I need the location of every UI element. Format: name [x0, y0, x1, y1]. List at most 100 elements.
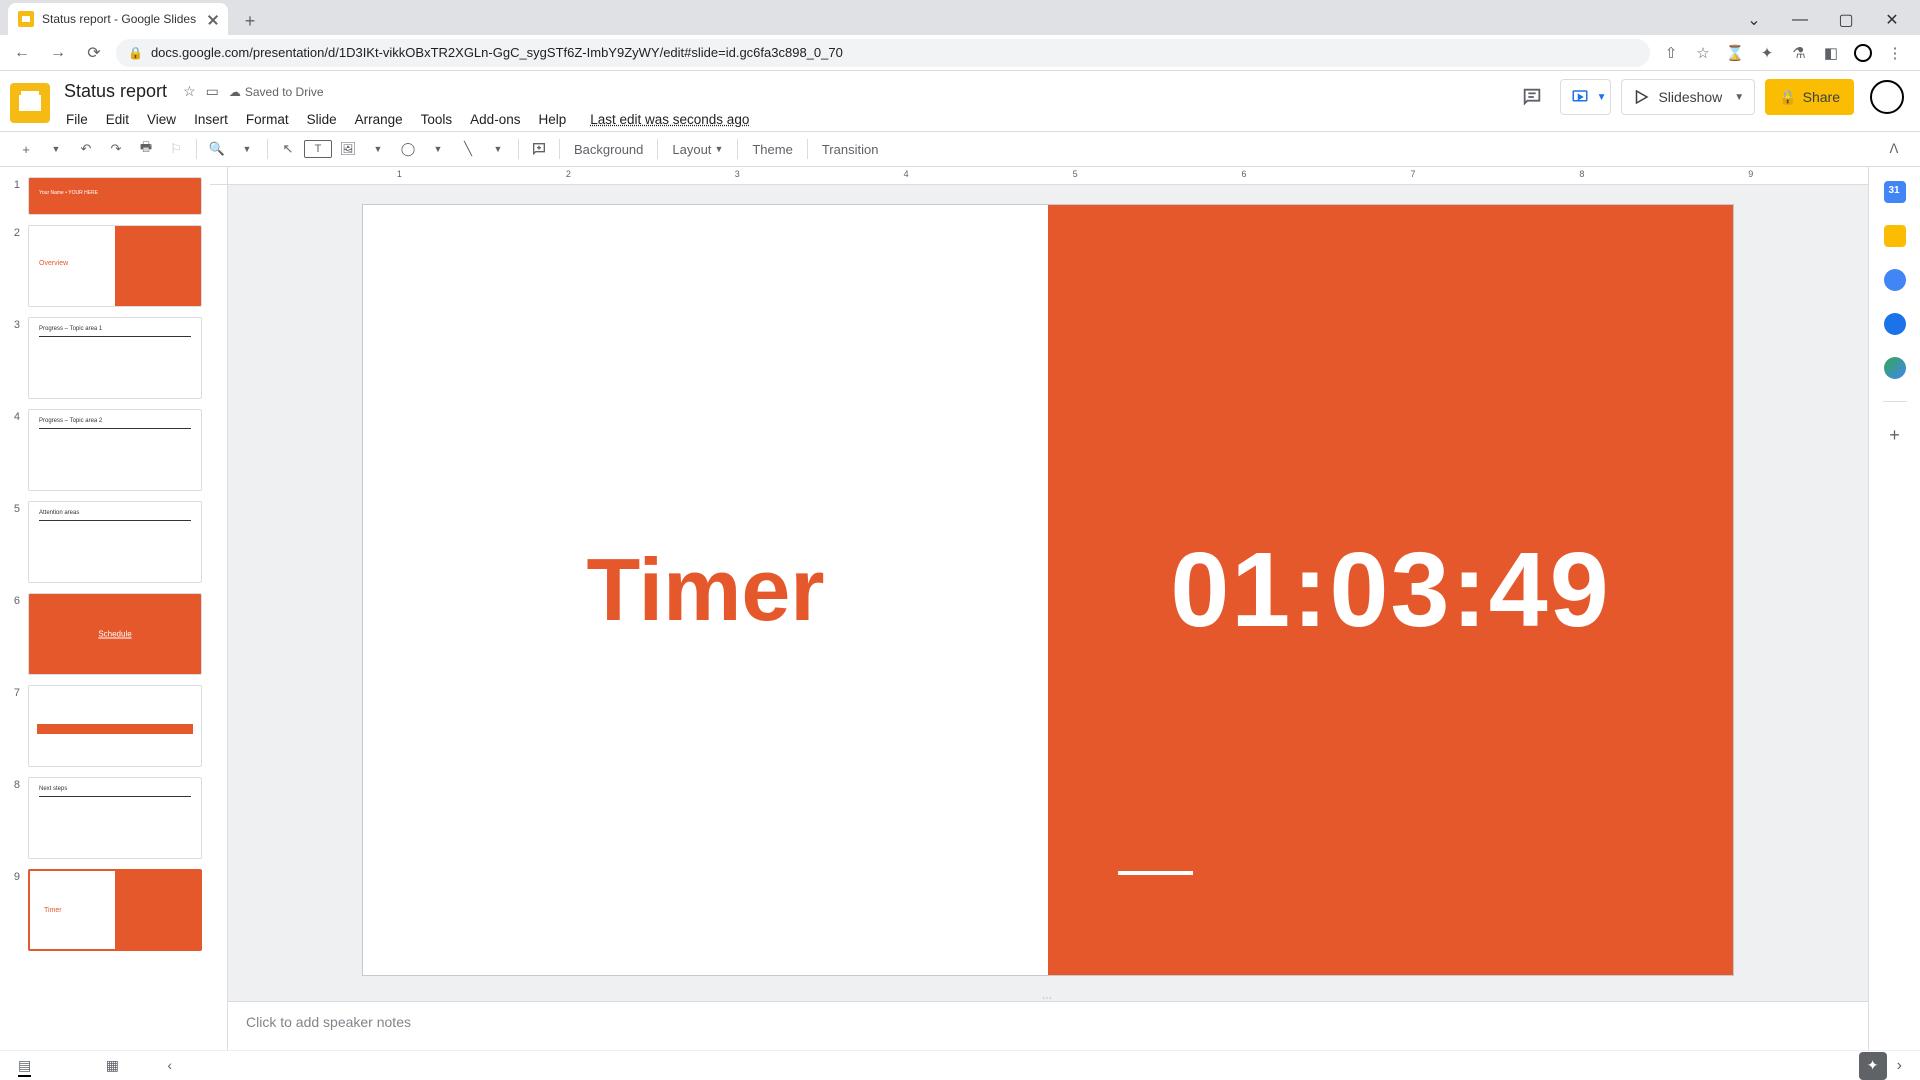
- back-icon[interactable]: ←: [8, 39, 36, 67]
- close-tab-icon[interactable]: [208, 14, 218, 24]
- side-panel-collapse-icon[interactable]: ›: [1897, 1057, 1902, 1075]
- menu-view[interactable]: View: [139, 108, 184, 131]
- line-dropdown[interactable]: ▼: [484, 135, 512, 163]
- comments-icon[interactable]: [1514, 79, 1550, 115]
- contacts-icon[interactable]: [1884, 313, 1906, 335]
- slide-canvas[interactable]: Timer 01:03:49: [228, 185, 1868, 995]
- maximize-icon[interactable]: ▢: [1826, 5, 1866, 35]
- menu-file[interactable]: File: [58, 108, 96, 131]
- new-slide-button[interactable]: +: [12, 135, 40, 163]
- close-icon[interactable]: ✕: [1872, 5, 1912, 35]
- vertical-ruler[interactable]: [210, 185, 228, 1050]
- new-tab-button[interactable]: +: [236, 7, 264, 35]
- account-avatar[interactable]: [1870, 80, 1904, 114]
- menu-tools[interactable]: Tools: [413, 108, 461, 131]
- grid-view-icon[interactable]: ▦: [106, 1057, 119, 1073]
- share-button[interactable]: 🔒 Share: [1765, 79, 1854, 115]
- browser-tab[interactable]: Status report - Google Slides: [8, 3, 228, 35]
- reload-icon[interactable]: ⟳: [80, 39, 108, 67]
- redo-icon[interactable]: ↷: [102, 135, 130, 163]
- zoom-icon[interactable]: 🔍: [203, 135, 231, 163]
- slide-thumb-5[interactable]: Attention areas: [28, 501, 202, 583]
- undo-icon[interactable]: ↶: [72, 135, 100, 163]
- slide-thumb-9[interactable]: Timer 01:03:49: [28, 869, 202, 951]
- puzzle-extension-icon[interactable]: ✦: [1754, 40, 1780, 66]
- slide-title[interactable]: Timer: [586, 539, 824, 641]
- menu-help[interactable]: Help: [530, 108, 574, 131]
- slide-thumb-1[interactable]: Your Name • YOUR HERE: [28, 177, 202, 215]
- saved-status[interactable]: ☁ Saved to Drive: [229, 85, 324, 99]
- thumb-number: 4: [8, 409, 20, 423]
- flask-extension-icon[interactable]: ⚗: [1786, 40, 1812, 66]
- browser-menu-icon[interactable]: ⋮: [1882, 40, 1908, 66]
- minimize-icon[interactable]: —: [1780, 5, 1820, 35]
- calendar-icon[interactable]: 31: [1884, 181, 1906, 203]
- collapse-filmstrip-icon[interactable]: ‹: [167, 1057, 172, 1073]
- filmstrip-view-icon[interactable]: ▤: [18, 1057, 31, 1077]
- slide-thumb-3[interactable]: Progress – Topic area 1: [28, 317, 202, 399]
- theme-button[interactable]: Theme: [744, 135, 800, 163]
- comment-icon[interactable]: [525, 135, 553, 163]
- slide-thumb-2[interactable]: Overview: [28, 225, 202, 307]
- speaker-notes[interactable]: Click to add speaker notes: [228, 1001, 1868, 1050]
- shape-dropdown[interactable]: ▼: [424, 135, 452, 163]
- slide-thumb-8[interactable]: Next steps: [28, 777, 202, 859]
- move-folder-icon[interactable]: ▭: [206, 83, 219, 100]
- menu-slide[interactable]: Slide: [299, 108, 345, 131]
- cloud-icon: ☁: [229, 85, 241, 99]
- slide-left-panel[interactable]: Timer: [363, 205, 1048, 975]
- sidebar-toggle-icon[interactable]: ◧: [1818, 40, 1844, 66]
- chevron-down-icon: ▼: [1734, 92, 1744, 103]
- shape-icon[interactable]: ◯: [394, 135, 422, 163]
- print-icon[interactable]: 🖶: [132, 135, 160, 163]
- document-title[interactable]: Status report: [58, 79, 173, 104]
- collapse-toolbar-icon[interactable]: ᐱ: [1880, 135, 1908, 163]
- background-button[interactable]: Background: [566, 135, 651, 163]
- paint-format-icon[interactable]: ⚐: [162, 135, 190, 163]
- star-icon[interactable]: ☆: [1690, 40, 1716, 66]
- slide-right-panel[interactable]: 01:03:49: [1048, 205, 1733, 975]
- transition-button[interactable]: Transition: [814, 135, 887, 163]
- slide-thumb-4[interactable]: Progress – Topic area 2: [28, 409, 202, 491]
- thumb-number: 6: [8, 593, 20, 607]
- timer-value[interactable]: 01:03:49: [1170, 530, 1610, 651]
- slides-logo-icon[interactable]: [10, 83, 50, 123]
- maps-icon[interactable]: [1884, 357, 1906, 379]
- add-addon-icon[interactable]: +: [1884, 424, 1906, 446]
- share-icon[interactable]: ⇧: [1658, 40, 1684, 66]
- profile-extension-icon[interactable]: [1850, 40, 1876, 66]
- browser-tabs: Status report - Google Slides + ⌄ — ▢ ✕: [0, 0, 1920, 35]
- toolbar: + ▼ ↶ ↷ 🖶 ⚐ 🔍 ▼ ↖ T 🖼 ▼ ◯ ▼ ╲ ▼ Backgrou…: [0, 131, 1920, 167]
- last-edit-link[interactable]: Last edit was seconds ago: [582, 108, 757, 131]
- menu-format[interactable]: Format: [238, 108, 297, 131]
- slide-thumb-7[interactable]: [28, 685, 202, 767]
- image-icon[interactable]: 🖼: [334, 135, 362, 163]
- slide-thumb-6[interactable]: Schedule: [28, 593, 202, 675]
- app-header: Status report ☆ ▭ ☁ Saved to Drive File …: [0, 71, 1920, 131]
- layout-button[interactable]: Layout▼: [664, 135, 731, 163]
- filmstrip[interactable]: 1 Your Name • YOUR HERE 2 Overview 3 Pro…: [0, 167, 210, 1050]
- line-icon[interactable]: ╲: [454, 135, 482, 163]
- hourglass-extension-icon[interactable]: ⌛: [1722, 40, 1748, 66]
- zoom-dropdown[interactable]: ▼: [233, 135, 261, 163]
- textbox-icon[interactable]: T: [304, 140, 332, 158]
- forward-icon[interactable]: →: [44, 39, 72, 67]
- canvas-area: 1 2 3 4 5 6 7 8 9 Timer: [210, 167, 1868, 1050]
- select-tool-icon[interactable]: ↖: [274, 135, 302, 163]
- menu-insert[interactable]: Insert: [186, 108, 236, 131]
- horizontal-ruler[interactable]: 1 2 3 4 5 6 7 8 9: [228, 167, 1868, 185]
- image-dropdown[interactable]: ▼: [364, 135, 392, 163]
- menu-edit[interactable]: Edit: [98, 108, 137, 131]
- explore-button[interactable]: ✦: [1859, 1052, 1887, 1080]
- present-dropdown[interactable]: ▼: [1560, 79, 1612, 115]
- chevron-down-icon[interactable]: ⌄: [1734, 5, 1774, 35]
- slideshow-button[interactable]: Slideshow ▼: [1621, 79, 1755, 115]
- star-outline-icon[interactable]: ☆: [183, 83, 196, 100]
- menu-addons[interactable]: Add-ons: [462, 108, 528, 131]
- url-bar[interactable]: 🔒 docs.google.com/presentation/d/1D3IKt-…: [116, 39, 1650, 67]
- slide[interactable]: Timer 01:03:49: [363, 205, 1733, 975]
- new-slide-dropdown[interactable]: ▼: [42, 135, 70, 163]
- keep-icon[interactable]: [1884, 225, 1906, 247]
- menu-arrange[interactable]: Arrange: [347, 108, 411, 131]
- tasks-icon[interactable]: [1884, 269, 1906, 291]
